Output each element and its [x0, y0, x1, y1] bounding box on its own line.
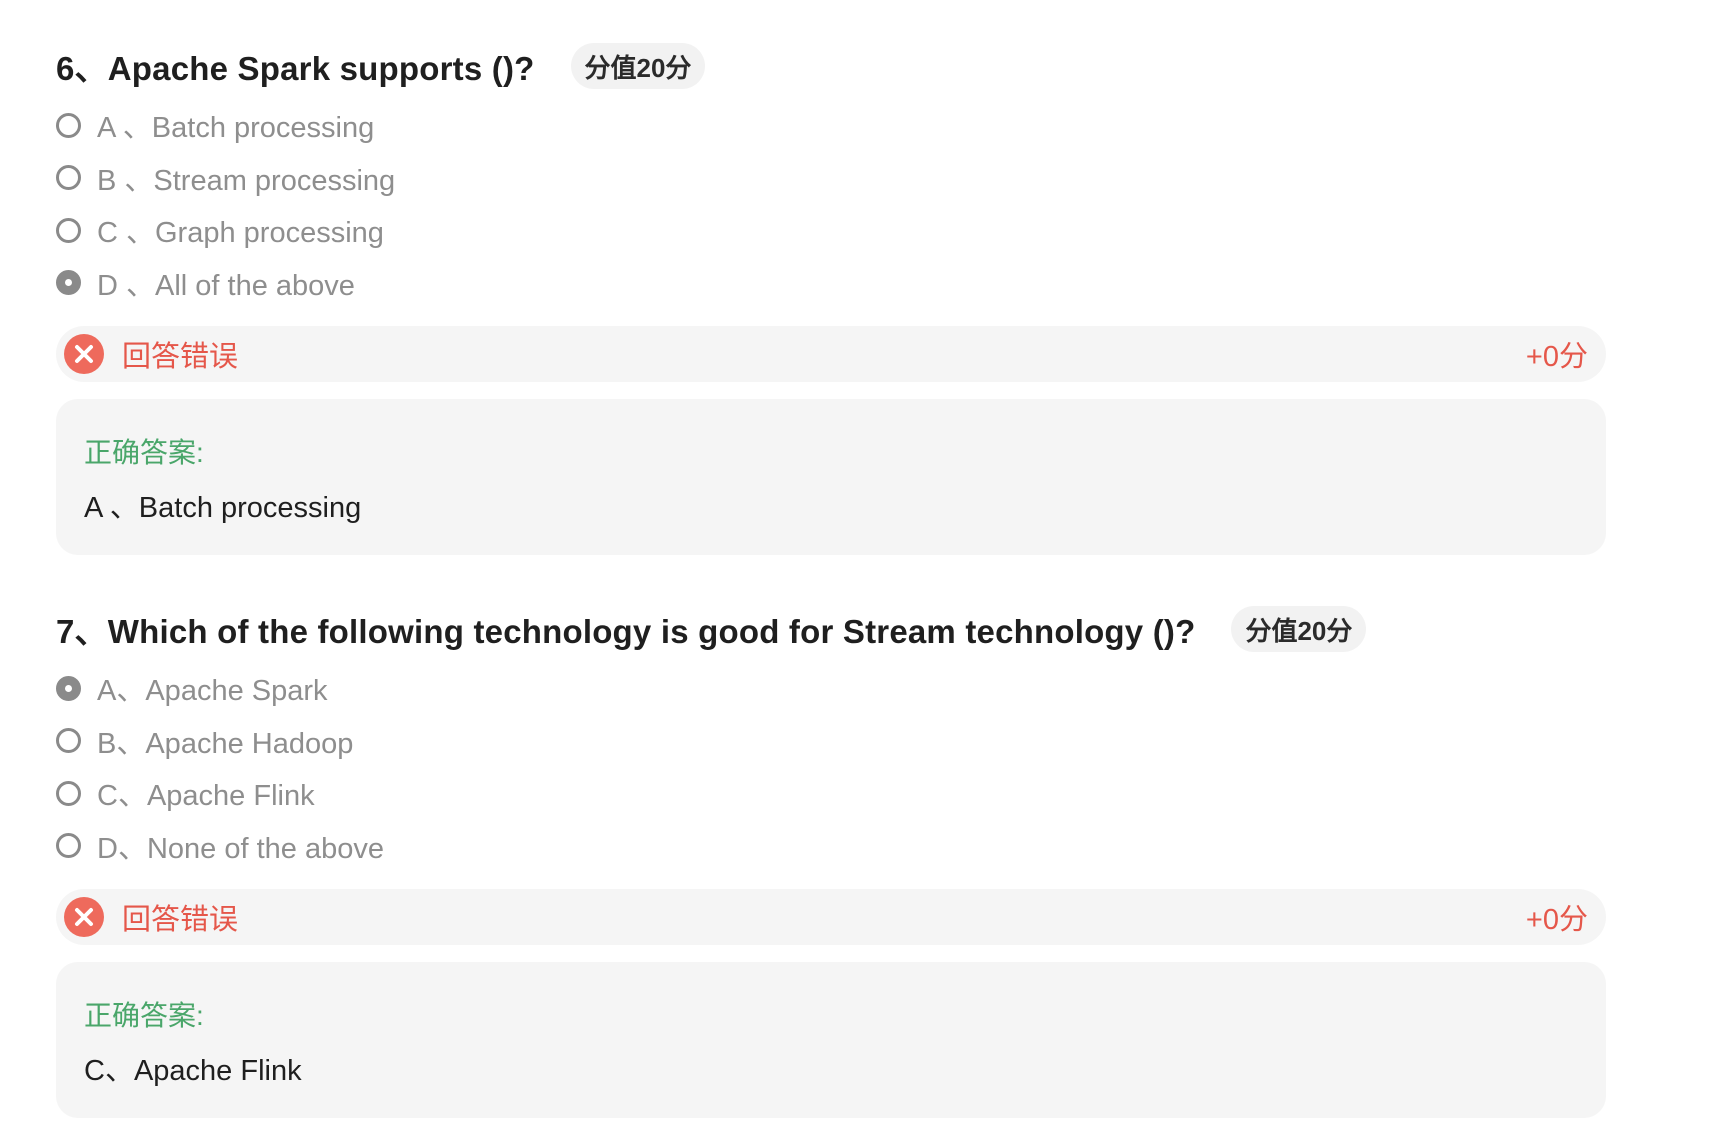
score-badge: 分值20分 — [1231, 606, 1367, 652]
radio-icon[interactable] — [56, 112, 81, 138]
option-label: C 、Graph processing — [97, 217, 384, 250]
option-c[interactable]: C、Apache Flink — [56, 767, 1606, 820]
correct-answer-box: 正确答案: C、Apache Flink — [56, 962, 1606, 1118]
option-label: D、None of the above — [97, 832, 384, 865]
result-points: +0分 — [1525, 904, 1588, 936]
option-b[interactable]: B、Apache Hadoop — [56, 715, 1606, 768]
option-label: A、Apache Spark — [97, 675, 328, 708]
question-card: 6、Apache Spark supports ()? 分值20分 A 、Bat… — [56, 40, 1606, 555]
question-header: 7、Which of the following technology is g… — [56, 603, 1606, 655]
result-status: 回答错误 — [122, 904, 239, 936]
option-d[interactable]: D 、All of the above — [56, 257, 1606, 310]
result-bar: 回答错误 +0分 — [56, 326, 1606, 382]
correct-answer-heading: 正确答案: — [84, 1000, 204, 1031]
radio-icon[interactable] — [56, 780, 81, 806]
option-list: A 、Batch processing B 、Stream processing… — [56, 99, 1606, 309]
correct-answer-heading: 正确答案: — [84, 437, 204, 468]
radio-selected-icon[interactable] — [56, 270, 81, 296]
option-b[interactable]: B 、Stream processing — [56, 152, 1606, 205]
radio-icon[interactable] — [56, 217, 81, 243]
question-title: 6、Apache Spark supports ()? — [56, 50, 535, 87]
question-title: 7、Which of the following technology is g… — [56, 613, 1196, 650]
radio-icon[interactable] — [56, 728, 81, 754]
wrong-x-icon — [64, 334, 104, 374]
option-label: B、Apache Hadoop — [97, 727, 354, 760]
radio-selected-icon[interactable] — [56, 675, 81, 701]
question-header: 6、Apache Spark supports ()? 分值20分 — [56, 40, 1606, 92]
correct-answer-text: C、Apache Flink — [84, 1055, 302, 1087]
option-c[interactable]: C 、Graph processing — [56, 204, 1606, 257]
score-badge: 分值20分 — [570, 43, 706, 89]
option-a[interactable]: A、Apache Spark — [56, 662, 1606, 715]
result-points: +0分 — [1525, 341, 1588, 373]
radio-icon[interactable] — [56, 165, 81, 191]
option-list: A、Apache Spark B、Apache Hadoop C、Apache … — [56, 662, 1606, 872]
correct-answer-text: A 、Batch processing — [84, 492, 362, 524]
correct-answer-box: 正确答案: A 、Batch processing — [56, 399, 1606, 555]
wrong-x-icon — [64, 897, 104, 937]
result-bar: 回答错误 +0分 — [56, 889, 1606, 945]
option-label: D 、All of the above — [97, 269, 355, 302]
quiz-results-page: 6、Apache Spark supports ()? 分值20分 A 、Bat… — [0, 0, 1728, 1124]
option-label: B 、Stream processing — [97, 164, 396, 197]
option-label: C、Apache Flink — [97, 780, 315, 813]
question-card: 7、Which of the following technology is g… — [56, 603, 1606, 1118]
option-a[interactable]: A 、Batch processing — [56, 99, 1606, 152]
result-status: 回答错误 — [122, 341, 239, 373]
option-d[interactable]: D、None of the above — [56, 820, 1606, 873]
option-label: A 、Batch processing — [97, 112, 375, 145]
radio-icon[interactable] — [56, 833, 81, 859]
